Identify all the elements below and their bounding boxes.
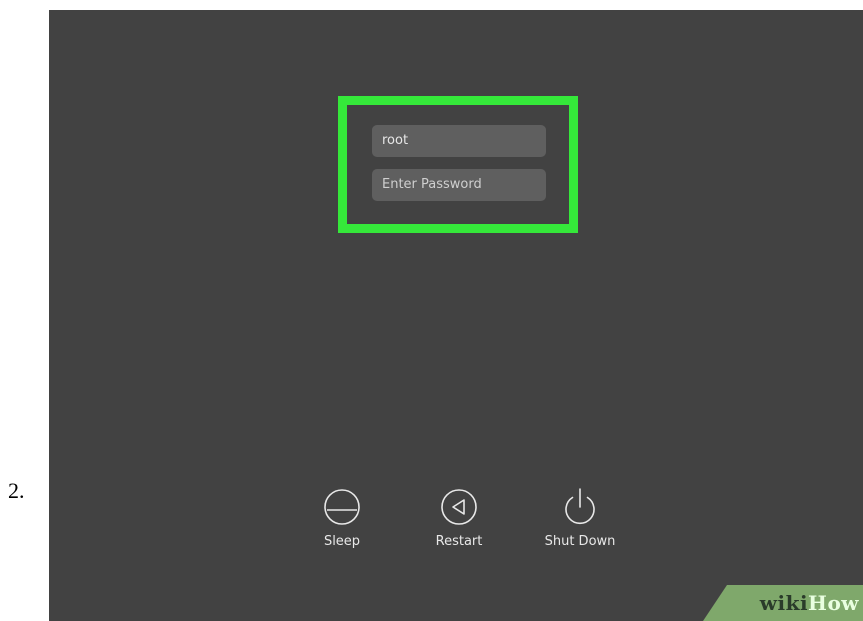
username-field[interactable]: root	[372, 125, 546, 157]
password-field[interactable]: Enter Password	[372, 169, 546, 201]
restart-icon	[441, 489, 477, 525]
watermark-how: How	[808, 591, 859, 615]
step-number: 2.	[8, 478, 25, 503]
power-icon	[565, 488, 595, 525]
shut-down-label: Shut Down	[544, 534, 616, 549]
shut-down-button[interactable]: Shut Down	[525, 480, 635, 560]
watermark-wiki: wiki	[759, 591, 809, 615]
wikihow-watermark: wikiHow	[703, 585, 863, 621]
sleep-button[interactable]: Sleep	[287, 480, 397, 560]
restart-label: Restart	[435, 534, 483, 549]
sleep-icon	[324, 489, 360, 525]
highlight-box	[338, 96, 578, 233]
restart-button[interactable]: Restart	[404, 480, 514, 560]
watermark-text: wikiHow	[760, 591, 859, 615]
login-screen: root Enter Password Sleep Restart Shut D…	[49, 10, 863, 621]
sleep-label: Sleep	[323, 534, 361, 549]
